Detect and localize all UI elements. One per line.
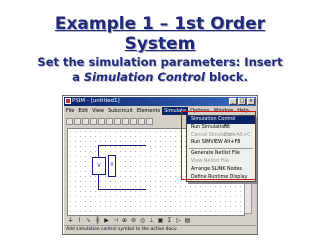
- resistor-block[interactable]: R: [108, 155, 116, 177]
- window-titlebar[interactable]: PSIM - [untitled1] _ □ ×: [64, 97, 256, 106]
- voltage-source-block[interactable]: V: [92, 157, 106, 175]
- diode-icon[interactable]: ▶: [103, 217, 110, 224]
- slide-subtitle-line2: a Simulation Control block.: [12, 70, 308, 85]
- probe-icon[interactable]: ⊚: [130, 217, 137, 224]
- circuit-wire: [98, 145, 146, 146]
- close-button[interactable]: ×: [247, 98, 255, 105]
- run-icon[interactable]: [146, 117, 153, 125]
- psim-window: PSIM - [untitled1] _ □ × File Edit View …: [62, 95, 258, 235]
- menu-view[interactable]: View: [90, 107, 106, 115]
- menu-elements[interactable]: Elements: [135, 107, 162, 115]
- menu-edit[interactable]: Edit: [76, 107, 90, 115]
- minimize-button[interactable]: _: [229, 98, 237, 105]
- window-title: PSIM - [untitled1]: [72, 98, 120, 104]
- paste-icon[interactable]: [114, 117, 121, 125]
- resistor-icon[interactable]: ⌇: [76, 217, 83, 224]
- slide-title: Example 1 – 1st Order System: [0, 14, 320, 54]
- slide-subtitle-line1: Set the simulation parameters: Insert: [37, 55, 283, 69]
- slide-title-line1: Example 1 – 1st Order: [54, 14, 266, 34]
- open-file-icon[interactable]: [74, 117, 81, 125]
- status-bar: Add simulation control symbol to the act…: [64, 225, 256, 233]
- maximize-button[interactable]: □: [238, 98, 246, 105]
- subtitle-prefix: a: [72, 70, 84, 84]
- app-icon: [65, 98, 71, 104]
- menu-subcircuit[interactable]: Subcircuit: [106, 107, 135, 115]
- meter-icon[interactable]: ◎: [139, 217, 146, 224]
- gain-icon[interactable]: ▷: [175, 217, 182, 224]
- capacitor-icon[interactable]: ╫: [94, 217, 101, 224]
- window-controls: _ □ ×: [229, 98, 255, 105]
- annotation-highlight-box: [181, 111, 256, 180]
- scope-icon[interactable]: ▤: [184, 217, 191, 224]
- circuit-wire: [98, 189, 146, 190]
- cut-icon[interactable]: [98, 117, 105, 125]
- subtitle-suffix: block.: [205, 70, 248, 84]
- inductor-icon[interactable]: ∿: [85, 217, 92, 224]
- zoom-out-icon[interactable]: [138, 117, 145, 125]
- slide-subtitle: Set the simulation parameters: Insert a …: [12, 55, 308, 85]
- block-icon[interactable]: ▣: [157, 217, 164, 224]
- menu-file[interactable]: File: [64, 107, 76, 115]
- sum-icon[interactable]: Σ: [166, 217, 173, 224]
- label-icon[interactable]: ⊥: [148, 217, 155, 224]
- ground-icon[interactable]: ⏚: [67, 217, 74, 224]
- zoom-in-icon[interactable]: [130, 117, 137, 125]
- switch-icon[interactable]: ⊣: [112, 217, 119, 224]
- subtitle-emphasis: Simulation Control: [83, 70, 205, 84]
- save-icon[interactable]: [82, 117, 89, 125]
- slide-title-line2: System: [124, 34, 196, 54]
- copy-icon[interactable]: [106, 117, 113, 125]
- print-icon[interactable]: [90, 117, 97, 125]
- source-icon[interactable]: ⊕: [121, 217, 128, 224]
- new-file-icon[interactable]: [66, 117, 73, 125]
- element-toolbar: ⏚ ⌇ ∿ ╫ ▶ ⊣ ⊕ ⊚ ◎ ⊥ ▣ Σ ▷ ▤: [64, 216, 256, 225]
- undo-icon[interactable]: [122, 117, 129, 125]
